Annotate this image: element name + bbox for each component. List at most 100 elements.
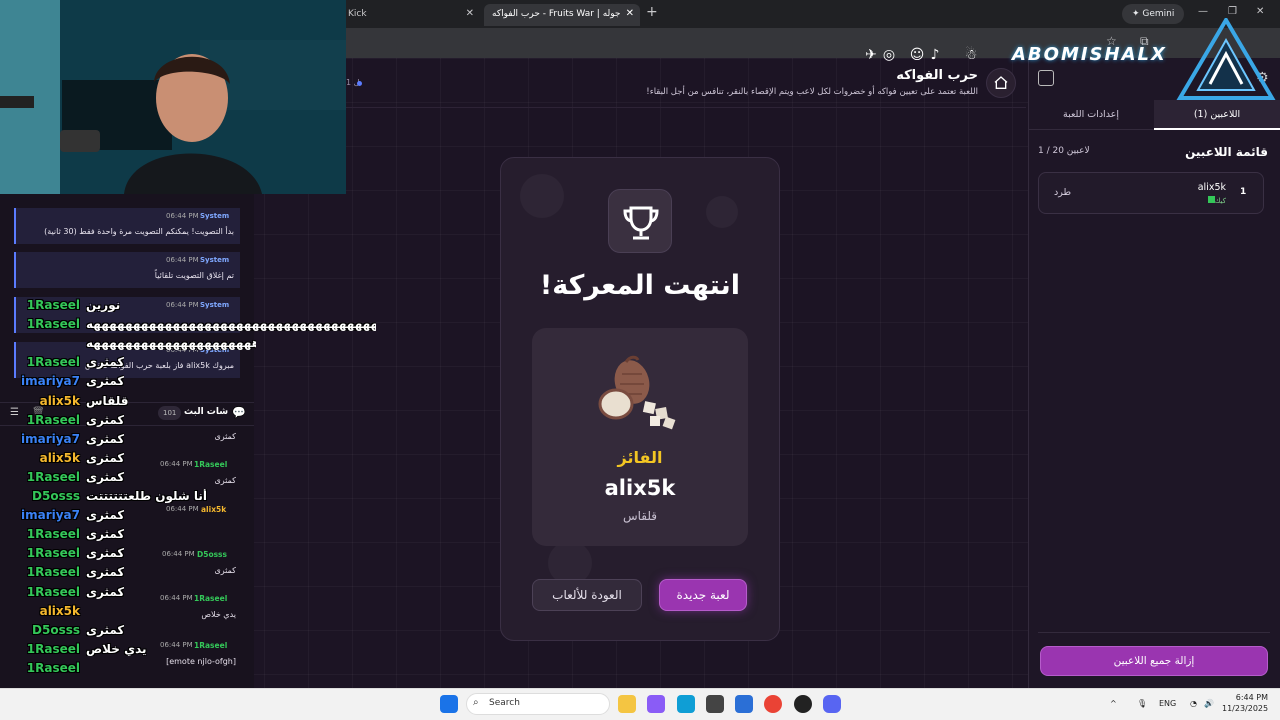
- overlay-username: 1Raseel: [26, 470, 80, 484]
- copilot-icon[interactable]: [647, 695, 665, 713]
- chat-title: شات البث: [184, 407, 229, 417]
- outlook-icon[interactable]: [735, 695, 753, 713]
- game-description: اللعبة تعتمد على تعيين فواكه أو خضروات ل…: [646, 87, 978, 97]
- system-message: 06:44 PM System بدأ التصويت! يمكنكم التص…: [14, 208, 240, 244]
- overlay-message-text: كمثرى: [86, 470, 125, 484]
- chat-bubble-icon: 💬: [232, 406, 246, 419]
- player-name: alix5k: [1197, 182, 1226, 193]
- overlay-message-text: كمثرى: [86, 355, 125, 369]
- chat-viewer-count: 101: [158, 406, 182, 420]
- windows-start-icon[interactable]: [440, 695, 458, 713]
- overlay-message-text: أنا شلون طلعتتتتتتت: [86, 489, 208, 503]
- overlay-username: imariya7: [20, 374, 80, 388]
- winner-fruit: قلقاس: [622, 509, 658, 523]
- snapchat-icon: ☃: [964, 47, 978, 63]
- maximize-icon[interactable]: ❐: [1228, 6, 1237, 17]
- file-explorer-icon[interactable]: [618, 695, 636, 713]
- overlay-message-text: نورين: [86, 298, 121, 312]
- store-icon[interactable]: [706, 695, 724, 713]
- remove-all-players-button[interactable]: إزالة جميع اللاعبين: [1040, 646, 1268, 676]
- overlay-username: 1Raseel: [26, 546, 80, 560]
- overlay-username: D5osss: [32, 489, 80, 503]
- overlay-message-text: كمثرى: [86, 413, 125, 427]
- new-tab-icon[interactable]: +: [646, 4, 658, 20]
- tiktok-icon: ♪: [930, 47, 940, 63]
- app-icon[interactable]: [794, 695, 812, 713]
- search-placeholder: Search: [489, 698, 520, 708]
- webcam-image: [0, 0, 346, 194]
- overlay-username: 1Raseel: [26, 527, 80, 541]
- overlay-message-text: كمثرى: [86, 527, 125, 541]
- discord-icon: ☺: [909, 47, 925, 63]
- microphone-icon[interactable]: 🎙: [1137, 699, 1147, 708]
- overlay-message-text: كمثرى: [86, 451, 125, 465]
- overlay-username: 1Raseel: [26, 642, 80, 656]
- divider: [1038, 632, 1270, 633]
- player-row: [1038, 172, 1264, 214]
- overlay-message-text: ههههههههههههههههههههههههههههههههههههههه: [86, 317, 376, 331]
- overlay-username: 1Raseel: [26, 413, 80, 427]
- battle-ended-title: انتهت المعركة!: [539, 270, 741, 301]
- trophy-icon: [623, 206, 659, 240]
- overlay-message-text: قلقاس: [86, 394, 129, 408]
- window-close-icon[interactable]: ✕: [1256, 6, 1264, 17]
- streamer-brand-logo: ABOMISHALX: [1012, 44, 1167, 65]
- kick-icon: [1207, 196, 1215, 203]
- tab-fruits-war-label: حرب الفواكه - Fruits War | جوله: [492, 9, 621, 19]
- players-list-title: قائمة اللاعبين: [1185, 145, 1268, 159]
- game-title: حرب الفواكه: [896, 68, 978, 83]
- overlay-username: D5osss: [32, 623, 80, 637]
- new-game-button[interactable]: لعبة جديدة: [659, 579, 747, 611]
- home-icon: [994, 76, 1008, 89]
- decor-bubble: [520, 174, 564, 218]
- overlay-message-text: كمثرى: [86, 546, 125, 560]
- instagram-icon: ◎: [882, 47, 896, 63]
- language-indicator[interactable]: ENG: [1159, 699, 1176, 708]
- edge-icon[interactable]: [677, 695, 695, 713]
- chrome-icon[interactable]: [764, 695, 782, 713]
- volume-icon[interactable]: 🔊: [1204, 699, 1214, 708]
- decor-bubble: [706, 196, 738, 228]
- trophy-badge: [608, 189, 672, 253]
- overlay-message-text: كمثرى: [86, 585, 125, 599]
- overlay-username: imariya7: [20, 508, 80, 522]
- overlay-username: alix5k: [39, 604, 80, 618]
- tab-kick-label: Kick: [348, 9, 367, 19]
- overlay-username: alix5k: [39, 394, 80, 408]
- tab-kick[interactable]: Kick ✕: [340, 4, 480, 26]
- twitter-icon: ✈: [865, 47, 877, 63]
- overlay-message-text: كمثرى: [86, 374, 125, 388]
- tab-game-settings[interactable]: إعدادات اللعبة: [1028, 100, 1154, 130]
- discord-taskbar-icon[interactable]: [823, 695, 841, 713]
- players-count: 1 / 20 لاعبين: [1038, 146, 1090, 156]
- winner-label: الفائز: [617, 448, 663, 467]
- status-dot: [357, 81, 362, 86]
- overlay-username: 1Raseel: [26, 355, 80, 369]
- player-platform-badge: كيك: [1206, 196, 1226, 205]
- tab-players[interactable]: اللاعبين (1): [1154, 100, 1280, 130]
- close-icon[interactable]: ✕: [466, 4, 474, 24]
- wifi-icon[interactable]: ◔: [1190, 699, 1197, 708]
- collapse-panel-icon[interactable]: [1038, 70, 1054, 86]
- overlay-username: 1Raseel: [26, 565, 80, 579]
- back-to-games-button[interactable]: العودة للألعاب: [532, 579, 642, 611]
- system-clock[interactable]: 6:44 PM 11/23/2025: [1222, 692, 1268, 714]
- taskbar: [0, 688, 1280, 720]
- minimize-icon[interactable]: —: [1198, 6, 1208, 17]
- taskbar-search[interactable]: [466, 693, 610, 715]
- system-message: 06:44 PM System تم إغلاق التصويت تلقائيا…: [14, 252, 240, 288]
- overlay-message-text: كمثرى: [86, 432, 125, 446]
- winner-name: alix5k: [604, 476, 676, 500]
- home-button[interactable]: [986, 68, 1016, 98]
- tray-chevron-icon[interactable]: ^: [1110, 699, 1117, 708]
- close-icon[interactable]: ✕: [626, 4, 634, 24]
- overlay-username: 1Raseel: [26, 298, 80, 312]
- overlay-username: imariya7: [20, 432, 80, 446]
- kick-player-button[interactable]: طرد: [1054, 187, 1071, 198]
- overlay-message-text: هههههههههههههههههههههه: [86, 336, 256, 350]
- overlay-message-text: كمثرى: [86, 623, 125, 637]
- overlay-message-text: كمثرى: [86, 508, 125, 522]
- webcam-feed: [0, 0, 346, 194]
- tab-fruits-war[interactable]: حرب الفواكه - Fruits War | جوله ✕: [484, 4, 640, 26]
- search-icon: ⌕: [473, 697, 479, 708]
